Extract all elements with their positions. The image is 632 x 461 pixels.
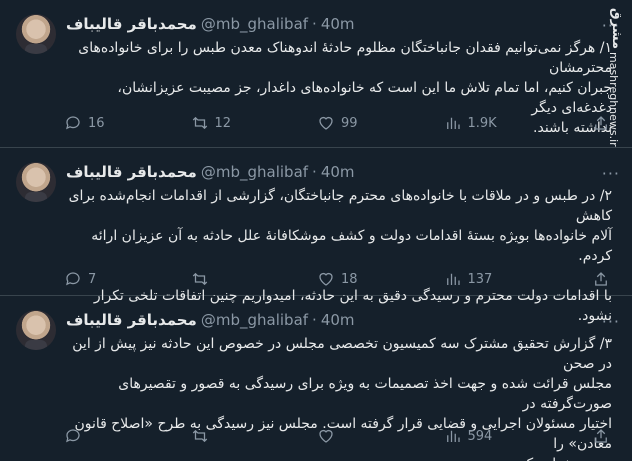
share-icon [595, 272, 607, 286]
views-icon [446, 273, 460, 285]
heart-icon [319, 116, 333, 130]
views-button[interactable]: 1.9K [444, 114, 534, 132]
views-icon [446, 430, 460, 442]
like-count: 18 [341, 271, 358, 287]
tweet-header: محمدباقر قالیباف @mb_ghalibaf · 40m [66, 162, 355, 182]
heart-icon [319, 429, 333, 443]
avatar[interactable] [16, 310, 56, 350]
more-options-icon[interactable]: ··· [602, 164, 620, 183]
reply-icon [66, 429, 80, 443]
separator-dot: · [312, 311, 317, 329]
author-name[interactable]: محمدباقر قالیباف [66, 15, 197, 33]
reply-icon [66, 272, 80, 286]
share-button[interactable] [570, 270, 610, 288]
tweet-actions: 16 12 99 1.9K [64, 114, 610, 132]
view-count: 137 [467, 271, 493, 287]
views-button[interactable]: 594 [444, 427, 534, 445]
timestamp[interactable]: 40m [321, 163, 355, 181]
reply-icon [66, 116, 80, 130]
like-button[interactable] [317, 427, 407, 445]
reply-button[interactable]: 16 [64, 114, 154, 132]
retweet-icon [192, 429, 207, 443]
like-button[interactable]: 99 [317, 114, 407, 132]
tweet-actions: 594 [64, 427, 610, 445]
author-handle[interactable]: @mb_ghalibaf [201, 311, 308, 329]
avatar[interactable] [16, 14, 56, 54]
views-button[interactable]: 137 [444, 270, 534, 288]
avatar[interactable] [16, 162, 56, 202]
tweet-header: محمدباقر قالیباف @mb_ghalibaf · 40m [66, 310, 355, 330]
reply-count: 7 [88, 271, 97, 287]
retweet-button[interactable]: 12 [191, 114, 281, 132]
share-icon [595, 429, 607, 443]
author-handle[interactable]: @mb_ghalibaf [201, 15, 308, 33]
tweet[interactable]: محمدباقر قالیباف @mb_ghalibaf · 40m ··· … [0, 0, 632, 148]
reply-button[interactable] [64, 427, 154, 445]
watermark-logo: مشرق [609, 8, 624, 49]
view-count: 594 [467, 428, 493, 444]
tweet-header: محمدباقر قالیباف @mb_ghalibaf · 40m [66, 14, 355, 34]
retweet-button[interactable] [191, 427, 281, 445]
separator-dot: · [312, 15, 317, 33]
tweet-actions: 7 18 137 [64, 270, 610, 288]
more-options-icon[interactable]: ··· [602, 312, 620, 331]
retweet-icon [192, 116, 207, 130]
retweet-count: 12 [214, 115, 232, 131]
author-handle[interactable]: @mb_ghalibaf [201, 163, 308, 181]
separator-dot: · [312, 163, 317, 181]
author-name[interactable]: محمدباقر قالیباف [66, 311, 197, 329]
author-name[interactable]: محمدباقر قالیباف [66, 163, 197, 181]
views-icon [446, 117, 460, 129]
watermark-url: mashreghnews.ir [607, 52, 620, 147]
view-count: 1.9K [467, 115, 497, 131]
share-button[interactable] [570, 427, 610, 445]
reply-button[interactable]: 7 [64, 270, 154, 288]
heart-icon [319, 272, 333, 286]
watermark: مشرق mashreghnews.ir [600, 8, 628, 147]
timestamp[interactable]: 40m [321, 15, 355, 33]
retweet-icon [192, 272, 207, 286]
retweet-button[interactable] [191, 270, 281, 288]
timestamp[interactable]: 40m [321, 311, 355, 329]
like-count: 99 [341, 115, 358, 131]
reply-count: 16 [88, 115, 105, 131]
like-button[interactable]: 18 [317, 270, 407, 288]
